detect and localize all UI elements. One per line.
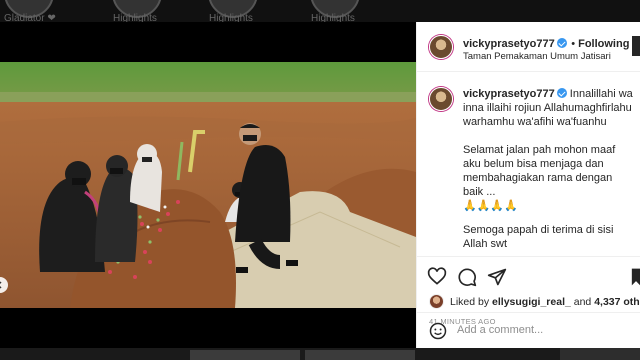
chevron-left-icon bbox=[0, 281, 2, 289]
liked-by-and: and bbox=[573, 296, 592, 308]
more-options-icon[interactable] bbox=[632, 36, 640, 56]
caption-area: vickyprasetyo777 Innalillahi wa inna ill… bbox=[417, 73, 640, 256]
highlight-label: Highlights bbox=[113, 13, 157, 22]
background-highlights: Gladiator ❤ Highlights Highlights Highli… bbox=[0, 0, 640, 22]
caption-line1: Innalillahi wa bbox=[569, 88, 633, 100]
post-media bbox=[0, 22, 416, 348]
post-photo[interactable] bbox=[0, 62, 416, 308]
post-location[interactable]: Taman Pemakaman Umum Jatisari bbox=[463, 51, 611, 62]
caption-avatar[interactable] bbox=[429, 87, 453, 111]
highlight-label: Gladiator ❤ bbox=[4, 13, 56, 22]
comment-bar bbox=[417, 312, 640, 348]
background-thumbnail bbox=[305, 350, 415, 360]
liked-by-others[interactable]: 4,337 others bbox=[594, 296, 640, 308]
caption-username[interactable]: vickyprasetyo777 bbox=[463, 88, 555, 100]
caption-paragraph-2: Selamat jalan pah mohon maaf aku belum b… bbox=[463, 144, 616, 198]
bookmark-icon[interactable] bbox=[629, 267, 640, 287]
background-thumbnail bbox=[190, 350, 300, 360]
author-username[interactable]: vickyprasetyo777 bbox=[463, 38, 555, 50]
comment-input[interactable] bbox=[457, 321, 597, 339]
caption-emojis: 🙏🙏🙏🙏 bbox=[463, 200, 518, 212]
verified-badge-icon bbox=[556, 88, 567, 98]
post-modal: vickyprasetyo777 • Following Taman Pemak… bbox=[0, 22, 640, 348]
post-sidebar: vickyprasetyo777 • Following Taman Pemak… bbox=[416, 22, 640, 348]
caption-text: vickyprasetyo777 Innalillahi wa inna ill… bbox=[463, 87, 639, 251]
post-header: vickyprasetyo777 • Following Taman Pemak… bbox=[417, 22, 640, 72]
highlight-label: Highlights bbox=[311, 13, 355, 22]
caption-line2: inna illaihi rojiun Allahumaghfirlahu bbox=[463, 102, 632, 114]
author-avatar[interactable] bbox=[429, 35, 453, 59]
following-button[interactable]: Following bbox=[578, 38, 629, 50]
heart-icon[interactable] bbox=[427, 267, 447, 287]
verified-badge-icon bbox=[556, 38, 567, 48]
highlight-label: Highlights bbox=[209, 13, 253, 22]
caption-paragraph-3: Semoga papah di terima di sisi Allah swt bbox=[463, 224, 614, 250]
emoji-icon[interactable] bbox=[429, 322, 447, 340]
caption-line3: warhamhu wa'afihi wa'fuanhu bbox=[463, 116, 607, 128]
liked-by-prefix: Liked by bbox=[450, 296, 490, 308]
share-icon[interactable] bbox=[487, 267, 507, 287]
liked-by-user[interactable]: ellysugigi_real_ bbox=[492, 296, 571, 308]
author-line: vickyprasetyo777 • Following bbox=[463, 38, 630, 50]
comment-icon[interactable] bbox=[457, 267, 477, 287]
liker-avatar[interactable] bbox=[429, 294, 444, 309]
likes-summary: Liked by ellysugigi_real_ and 4,337 othe… bbox=[450, 296, 640, 308]
